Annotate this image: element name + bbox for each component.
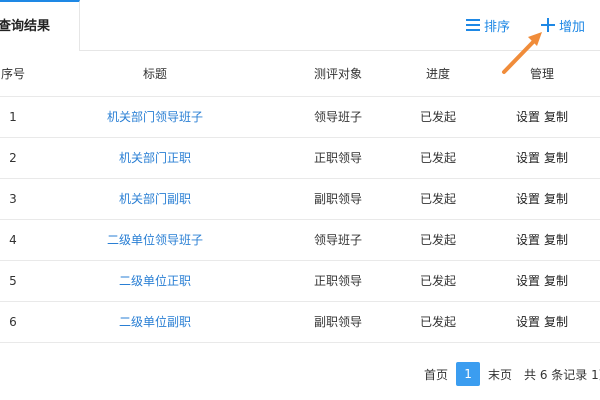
setting-link[interactable]: 设置 (516, 192, 540, 206)
status-badge: 已发起 (392, 137, 484, 179)
setting-link[interactable]: 设置 (516, 315, 540, 329)
list-icon (466, 19, 480, 31)
cell-seq: 3 (0, 178, 26, 220)
table-row: 2 机关部门正职 正职领导 已发起 设置 复制 (0, 137, 600, 179)
title-link[interactable]: 二级单位领导班子 (107, 233, 203, 247)
setting-link[interactable]: 设置 (516, 233, 540, 247)
cell-seq: 4 (0, 219, 26, 261)
header-progress: 进度 (392, 52, 484, 97)
page-number-current[interactable]: 1 (456, 362, 481, 386)
pagination: 首页 1 末页 共 6 条记录 1页 (424, 362, 600, 386)
cell-target: 副职领导 (284, 301, 392, 343)
first-page-link[interactable]: 首页 (424, 366, 448, 383)
header-target: 测评对象 (284, 52, 392, 97)
add-button[interactable]: 增加 (541, 14, 585, 36)
status-badge: 已发起 (392, 219, 484, 261)
copy-link[interactable]: 复制 (544, 110, 568, 124)
title-link[interactable]: 机关部门正职 (119, 151, 191, 165)
cell-seq: 5 (0, 260, 26, 302)
cell-target: 领导班子 (284, 219, 392, 261)
copy-link[interactable]: 复制 (544, 274, 568, 288)
title-link[interactable]: 机关部门副职 (119, 192, 191, 206)
table-row: 6 二级单位副职 副职领导 已发起 设置 复制 (0, 301, 600, 343)
header-title: 标题 (26, 52, 284, 97)
add-button-label: 增加 (559, 19, 586, 35)
header-manage: 管理 (484, 52, 600, 97)
tab-query-results[interactable]: 查询结果 (0, 0, 80, 51)
header-seq: 序号 (0, 52, 26, 97)
table-row: 5 二级单位正职 正职领导 已发起 设置 复制 (0, 260, 600, 302)
table-row: 1 机关部门领导班子 领导班子 已发起 设置 复制 (0, 96, 600, 138)
status-badge: 已发起 (392, 260, 484, 302)
copy-link[interactable]: 复制 (544, 192, 568, 206)
title-link[interactable]: 二级单位正职 (119, 274, 191, 288)
cell-target: 正职领导 (284, 260, 392, 302)
result-panel: 查询结果 排序 增加 序号 标题 测评对象 进度 管理 1 机关部门领导班子 领… (0, 0, 600, 400)
cell-target: 副职领导 (284, 178, 392, 220)
cell-seq: 2 (0, 137, 26, 179)
status-badge: 已发起 (392, 96, 484, 138)
cell-target: 领导班子 (284, 96, 392, 138)
tab-label: 查询结果 (0, 19, 51, 34)
cell-seq: 6 (0, 301, 26, 343)
title-link[interactable]: 二级单位副职 (119, 315, 191, 329)
record-summary: 共 6 条记录 1页 (524, 367, 600, 382)
status-badge: 已发起 (392, 301, 484, 343)
copy-link[interactable]: 复制 (544, 233, 568, 247)
copy-link[interactable]: 复制 (544, 315, 568, 329)
table-row: 3 机关部门副职 副职领导 已发起 设置 复制 (0, 178, 600, 220)
copy-link[interactable]: 复制 (544, 151, 568, 165)
cell-target: 正职领导 (284, 137, 392, 179)
setting-link[interactable]: 设置 (516, 151, 540, 165)
status-badge: 已发起 (392, 178, 484, 220)
title-link[interactable]: 机关部门领导班子 (107, 110, 203, 124)
table-header-row: 序号 标题 测评对象 进度 管理 (0, 52, 600, 97)
setting-link[interactable]: 设置 (516, 110, 540, 124)
table-row: 4 二级单位领导班子 领导班子 已发起 设置 复制 (0, 219, 600, 261)
setting-link[interactable]: 设置 (516, 274, 540, 288)
results-table: 序号 标题 测评对象 进度 管理 1 机关部门领导班子 领导班子 已发起 设置复… (0, 52, 600, 343)
cell-seq: 1 (0, 96, 26, 138)
last-page-link[interactable]: 末页 (488, 366, 512, 383)
